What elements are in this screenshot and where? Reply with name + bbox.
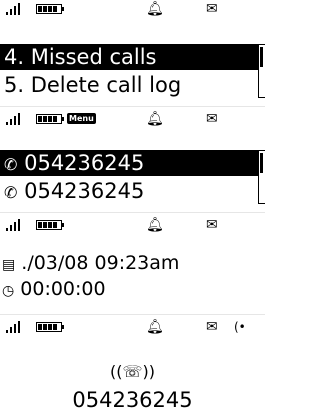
signal-bars-icon — [6, 2, 28, 16]
battery-icon — [36, 322, 64, 332]
call-details-screen: 🔔︎ ✉ ▤ ./03/08 09:23am ◷ 00:00:00 — [0, 216, 265, 312]
signal-bars-icon — [6, 112, 28, 126]
battery-icon — [36, 4, 64, 14]
call-duration: 00:00:00 — [20, 278, 106, 300]
envelope-icon: ✉ — [206, 111, 218, 127]
call-duration-row: ◷ 00:00:00 — [2, 278, 106, 300]
battery-icon — [36, 114, 64, 124]
list-item[interactable]: ✆ 054236245 — [0, 178, 258, 204]
envelope-icon: ✉ — [206, 1, 218, 17]
missed-call-icon: ✆ — [4, 155, 18, 174]
signal-bars-icon — [6, 218, 28, 232]
status-bar: Menu 🔔︎ ✉ — [0, 110, 265, 130]
menu-item-label: 5. Delete call log — [4, 73, 182, 97]
bell-icon: 🔔︎ — [146, 217, 164, 233]
bell-icon: 🔔︎ — [146, 319, 164, 335]
call-indicator-icon: (• — [234, 320, 246, 334]
phone-number: 054236245 — [72, 388, 193, 412]
menu-item-label: 4. Missed calls — [4, 45, 157, 69]
phone-number: 054236245 — [24, 179, 145, 203]
scrollbar[interactable] — [258, 150, 265, 204]
handset-icon: ((☏)) — [110, 362, 155, 381]
envelope-icon: ✉ — [206, 217, 218, 233]
call-date-row: ▤ ./03/08 09:23am — [2, 252, 179, 274]
status-bar: 🔔︎ ✉ (• — [0, 318, 265, 338]
calendar-icon: ▤ — [2, 257, 16, 273]
missed-calls-list-screen: Menu 🔔︎ ✉ ✆ 054236245 ✆ 054236245 — [0, 110, 265, 210]
missed-call-icon: ✆ — [4, 183, 18, 202]
list-item[interactable]: ✆ 054236245 — [0, 150, 258, 176]
status-bar: 🔔︎ ✉ — [0, 216, 265, 236]
menu-item-delete-call-log[interactable]: 5. Delete call log — [0, 72, 258, 98]
menu-indicator: Menu — [67, 113, 96, 124]
scrollbar[interactable] — [258, 44, 265, 98]
phone-number: 054236245 — [24, 151, 145, 175]
signal-bars-icon — [6, 320, 28, 334]
calling-screen: 🔔︎ ✉ (• ((☏)) 054236245 — [0, 318, 265, 419]
bell-icon: 🔔︎ — [146, 111, 164, 127]
menu-item-missed-calls[interactable]: 4. Missed calls — [0, 44, 258, 70]
call-log-menu-screen: 🔔︎ ✉ 4. Missed calls 5. Delete call log — [0, 0, 265, 106]
call-date: ./03/08 09:23am — [21, 252, 180, 274]
bell-icon: 🔔︎ — [146, 1, 164, 17]
timer-icon: ◷ — [2, 283, 15, 299]
status-bar: 🔔︎ ✉ — [0, 0, 265, 20]
envelope-icon: ✉ — [206, 319, 218, 335]
battery-icon — [36, 220, 64, 230]
